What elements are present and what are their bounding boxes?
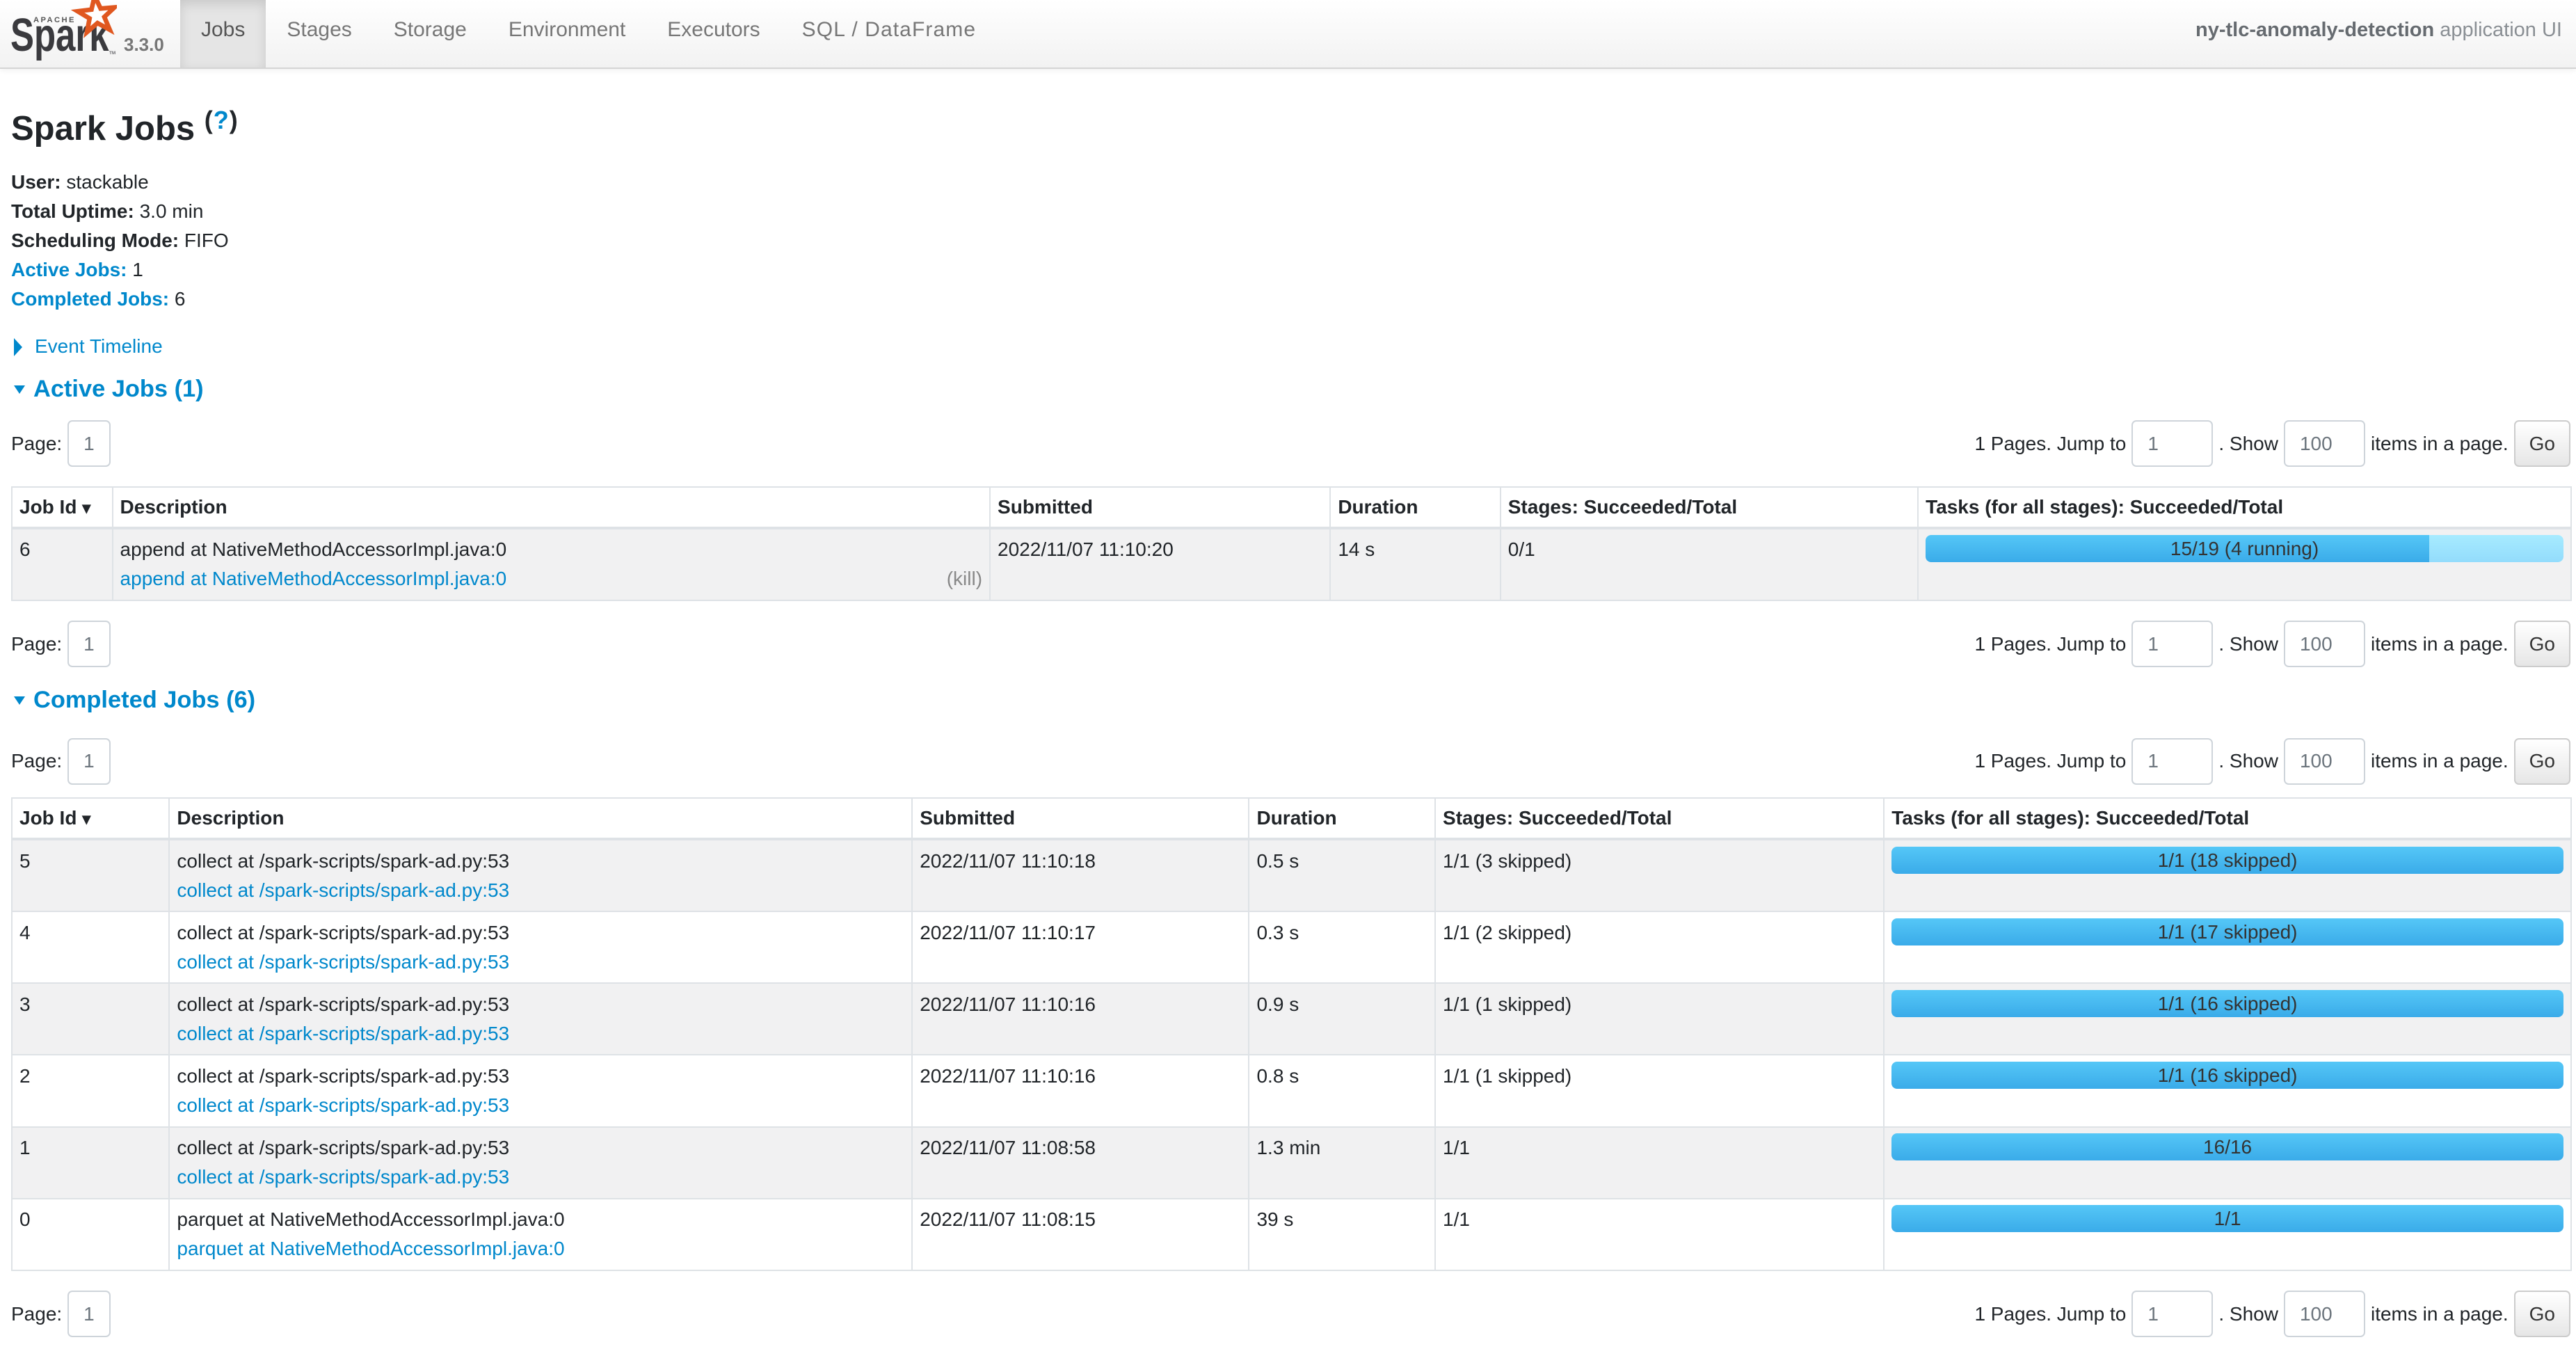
svg-text:TM: TM [109, 51, 115, 56]
